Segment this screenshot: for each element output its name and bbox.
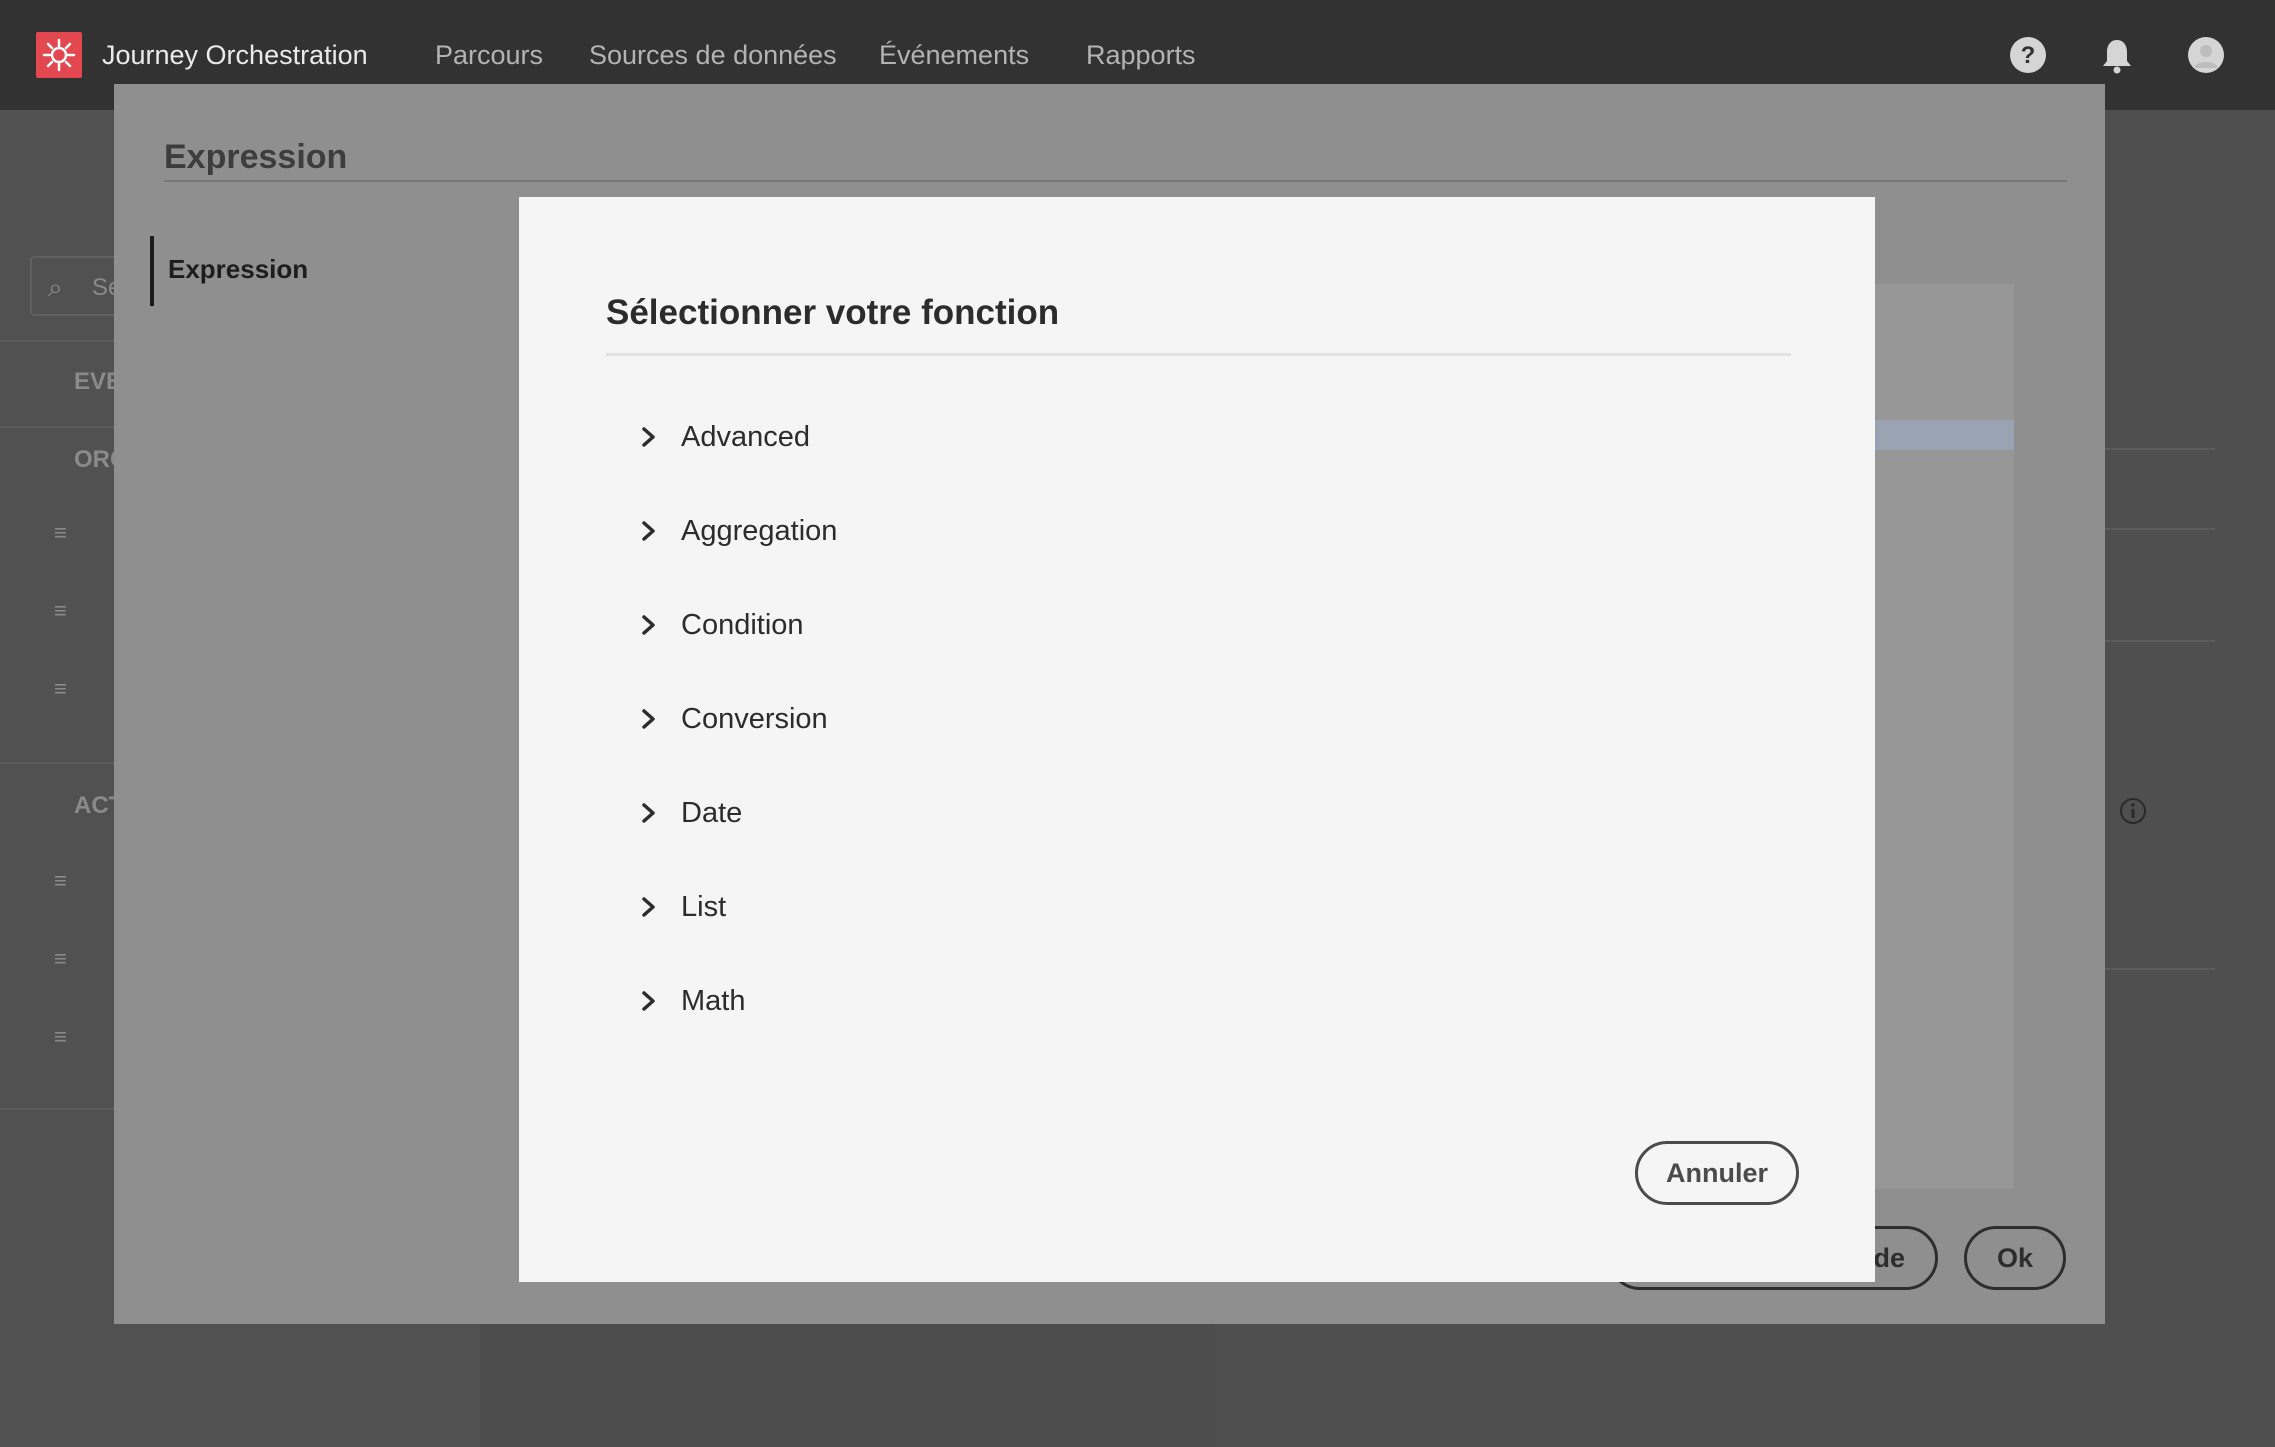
nav-sources-de-donnees[interactable]: Sources de données xyxy=(589,40,837,71)
drag-handle-icon: ≡ xyxy=(54,868,67,893)
cancel-button[interactable]: Annuler xyxy=(1635,1141,1799,1205)
category-label: Math xyxy=(681,984,746,1017)
category-math[interactable]: Math xyxy=(639,977,745,1025)
sidebar-item-expression[interactable]: Expression xyxy=(168,254,308,285)
background-divider xyxy=(2105,528,2215,530)
nav-parcours[interactable]: Parcours xyxy=(435,40,543,71)
category-label: Aggregation xyxy=(681,514,838,547)
title-divider xyxy=(606,353,1791,356)
category-list[interactable]: List xyxy=(639,883,726,931)
category-label: Date xyxy=(681,796,743,829)
chevron-right-icon xyxy=(642,521,655,541)
background-divider xyxy=(2105,968,2215,970)
sidebar-selected-indicator xyxy=(150,236,154,306)
category-label: Condition xyxy=(681,608,804,641)
drag-handle-icon: ≡ xyxy=(54,1024,67,1049)
adobe-logo-icon[interactable] xyxy=(36,32,82,78)
chevron-right-icon xyxy=(642,897,655,917)
background-search-box: ⌕ Se xyxy=(30,256,121,316)
svg-text:?: ? xyxy=(2021,42,2036,69)
chevron-right-icon xyxy=(642,615,655,635)
chevron-right-icon xyxy=(642,991,655,1011)
category-label: List xyxy=(681,890,727,923)
ok-button[interactable]: Ok xyxy=(1964,1226,2066,1290)
category-advanced[interactable]: Advanced xyxy=(639,413,810,461)
drag-handle-icon: ≡ xyxy=(54,598,67,623)
category-aggregation[interactable]: Aggregation xyxy=(639,507,837,555)
function-picker-modal: Sélectionner votre fonction Advanced Agg… xyxy=(519,197,1875,1282)
category-condition[interactable]: Condition xyxy=(639,601,804,649)
info-icon xyxy=(2120,798,2146,824)
help-icon[interactable]: ? xyxy=(2009,36,2047,74)
app-title[interactable]: Journey Orchestration xyxy=(102,40,368,71)
chevron-right-icon xyxy=(642,709,655,729)
background-divider xyxy=(2105,448,2215,450)
bell-icon[interactable] xyxy=(2098,36,2136,74)
chevron-right-icon xyxy=(642,427,655,447)
background-divider xyxy=(2105,640,2215,642)
modal-title: Sélectionner votre fonction xyxy=(606,293,1060,332)
title-divider xyxy=(164,180,2067,182)
expression-dialog-title: Expression xyxy=(164,138,348,176)
drag-handle-icon: ≡ xyxy=(54,520,67,545)
chevron-right-icon xyxy=(642,803,655,823)
category-date[interactable]: Date xyxy=(639,789,742,837)
avatar-icon[interactable] xyxy=(2187,36,2225,74)
journey-logo-glyph xyxy=(42,38,76,72)
category-label: Advanced xyxy=(681,420,810,453)
nav-rapports[interactable]: Rapports xyxy=(1086,40,1196,71)
search-icon: ⌕ xyxy=(48,272,63,302)
drag-handle-icon: ≡ xyxy=(54,676,67,701)
nav-evenements[interactable]: Événements xyxy=(879,40,1029,71)
category-conversion[interactable]: Conversion xyxy=(639,695,828,743)
drag-handle-icon: ≡ xyxy=(54,946,67,971)
category-label: Conversion xyxy=(681,702,828,735)
